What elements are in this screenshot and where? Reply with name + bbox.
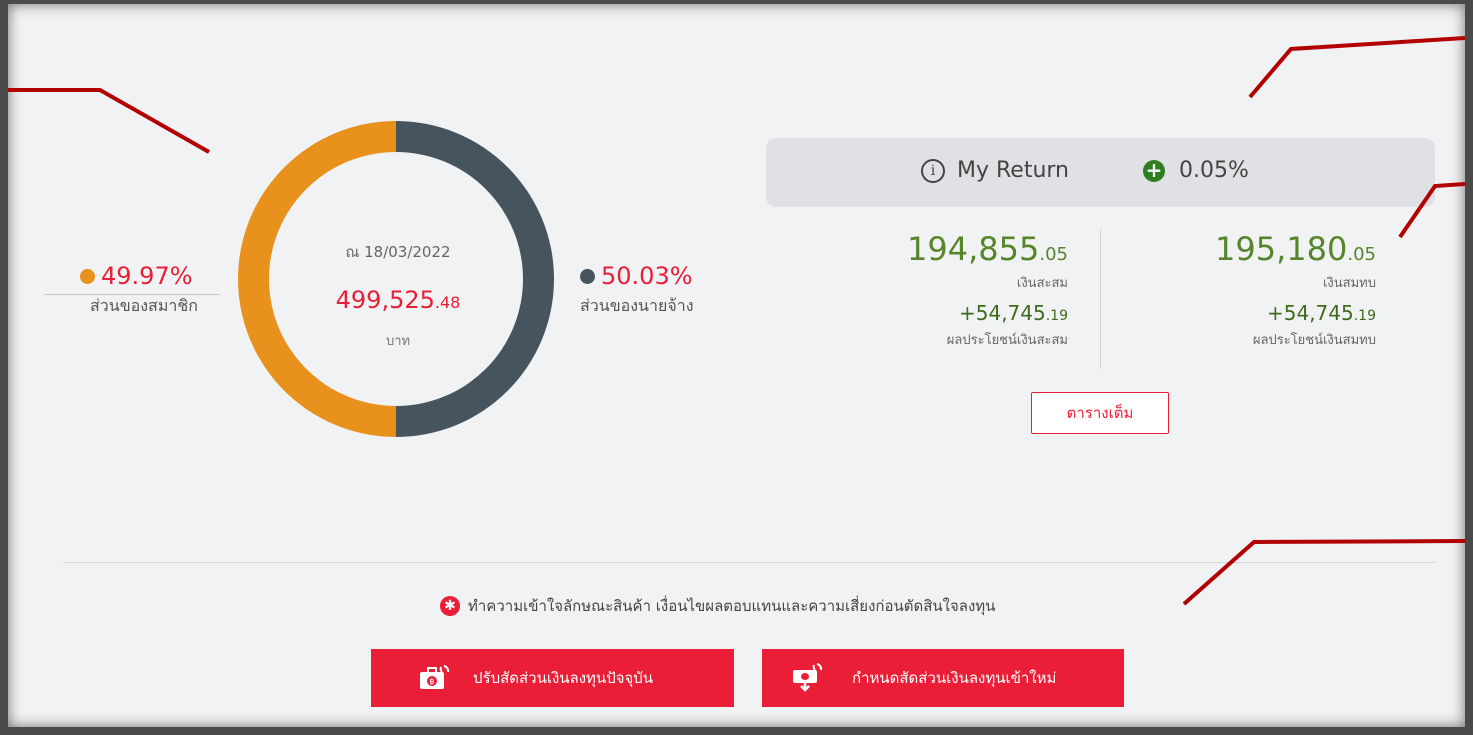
employer-label: ส่วนของนายจ้าง xyxy=(580,296,694,315)
plus-circle-icon: + xyxy=(1143,159,1165,182)
my-return-label: My Return xyxy=(957,158,1069,183)
contribution-label: เงินสมทบ xyxy=(1322,276,1376,291)
allocation-donut-chart xyxy=(238,121,555,437)
member-percent: 49.97% xyxy=(101,262,193,290)
legend-employer: 50.03% ส่วนของนายจ้าง xyxy=(580,262,694,319)
annotation-line-return xyxy=(1248,36,1465,99)
donut-slice-employer xyxy=(395,121,555,437)
my-return-value: + 0.05% xyxy=(1143,158,1249,183)
full-table-button[interactable]: ตารางเต็ม xyxy=(1031,392,1169,434)
contribution-stat: 195,180.05 เงินสมทบ +54,745.19 ผลประโยชน… xyxy=(1156,230,1376,350)
briefcase-baht-icon: ฿ xyxy=(420,665,450,689)
employer-percent: 50.03% xyxy=(601,262,693,290)
savings-gain-dec: .19 xyxy=(1045,308,1068,324)
savings-amount-dec: .05 xyxy=(1039,244,1068,265)
my-return-bar: i My Return + 0.05% xyxy=(766,138,1435,207)
contribution-amount: 195,180.05 xyxy=(1156,230,1376,268)
contribution-gain: +54,745.19 xyxy=(1156,301,1376,325)
legend-connector xyxy=(44,294,220,295)
donut-slice-member xyxy=(238,121,396,437)
section-divider xyxy=(63,562,1435,563)
annotation-lines xyxy=(8,36,1465,606)
savings-gain-int: +54,745 xyxy=(958,301,1046,325)
adjust-allocation-label: ปรับสัดส่วนเงินลงทุนปัจจุบัน xyxy=(473,669,654,687)
savings-gain-label: ผลประโยชน์เงินสะสม xyxy=(946,333,1068,348)
legend-member: 49.97% ส่วนของสมาชิก xyxy=(44,262,220,319)
total-amount: 499,525.48 xyxy=(238,286,558,314)
info-icon[interactable]: i xyxy=(921,158,945,183)
svg-text:฿: ฿ xyxy=(429,677,434,686)
adjust-current-allocation-button[interactable]: ฿ ปรับสัดส่วนเงินลงทุนปัจจุบัน xyxy=(371,649,734,707)
set-new-allocation-button[interactable]: กำหนดสัดส่วนเงินลงทุนเข้าใหม่ xyxy=(762,649,1124,707)
money-download-icon xyxy=(793,663,823,692)
risk-notice-text[interactable]: ทำความเข้าใจลักษณะสินค้า เงื่อนไขผลตอบแท… xyxy=(468,594,995,618)
contribution-amount-dec: .05 xyxy=(1347,244,1376,265)
savings-stat: 194,855.05 เงินสะสม +54,745.19 ผลประโยชน… xyxy=(848,230,1068,350)
risk-notice[interactable]: ✱ ทำความเข้าใจลักษณะสินค้า เงื่อนไขผลตอบ… xyxy=(440,594,995,618)
contribution-gain-label: ผลประโยชน์เงินสมทบ xyxy=(1252,333,1376,348)
new-allocation-label: กำหนดสัดส่วนเงินลงทุนเข้าใหม่ xyxy=(852,669,1057,687)
contribution-gain-int: +54,745 xyxy=(1266,301,1354,325)
portfolio-panel: ณ 18/03/2022 499,525.48 บาท 49.97% ส่วนข… xyxy=(8,4,1465,727)
savings-label: เงินสะสม xyxy=(1016,276,1068,291)
contribution-gain-dec: .19 xyxy=(1353,308,1376,324)
currency-unit: บาท xyxy=(385,334,411,349)
legend-dot-employer xyxy=(580,268,595,284)
total-amount-dec: .48 xyxy=(434,293,461,312)
annotation-line-chart xyxy=(8,88,210,154)
member-label: ส่วนของสมาชิก xyxy=(90,296,198,315)
legend-dot-member xyxy=(80,268,95,284)
as-of-date: ณ 18/03/2022 xyxy=(345,243,451,261)
savings-amount-int: 194,855 xyxy=(907,230,1040,268)
savings-amount: 194,855.05 xyxy=(848,230,1068,268)
contribution-amount-int: 195,180 xyxy=(1215,230,1348,268)
my-return-info[interactable]: i My Return xyxy=(921,158,1069,183)
annotation-line-buttons xyxy=(1182,539,1465,606)
total-amount-int: 499,525 xyxy=(335,286,435,314)
return-percent: 0.05% xyxy=(1179,158,1249,183)
asterisk-icon: ✱ xyxy=(440,596,460,616)
savings-gain: +54,745.19 xyxy=(848,301,1068,325)
stats-divider xyxy=(1100,229,1101,369)
